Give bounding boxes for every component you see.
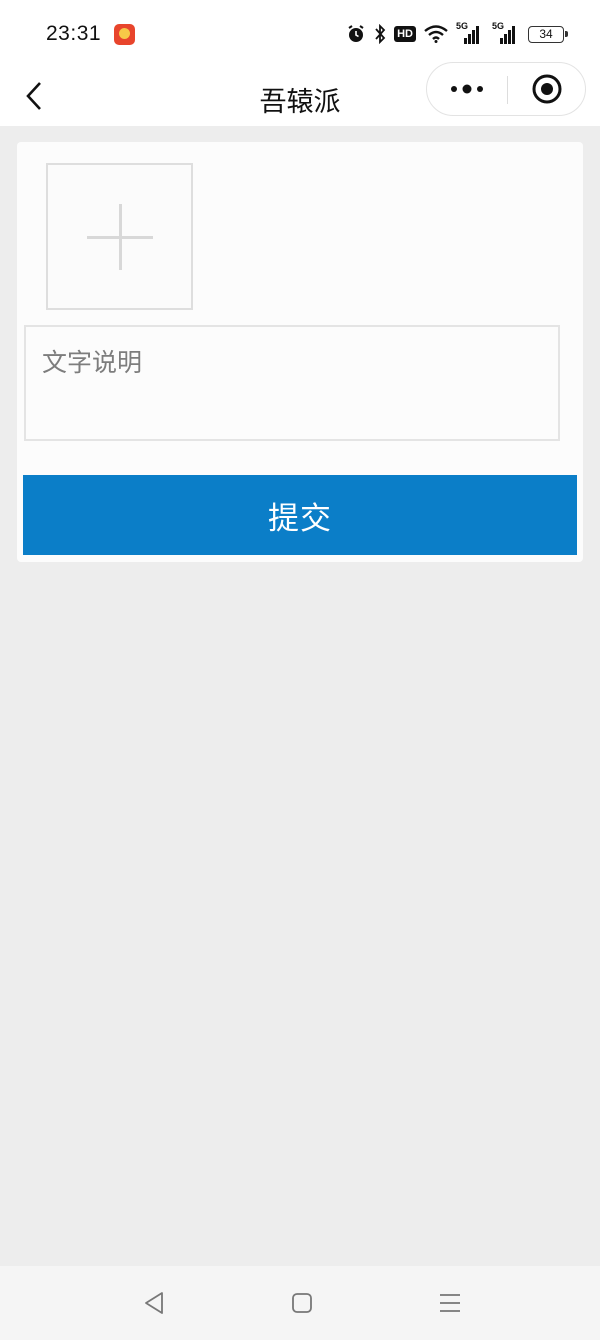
image-upload-button[interactable] [46,163,193,310]
mini-program-capsule [426,62,586,116]
square-home-icon [292,1293,312,1313]
description-input[interactable] [24,325,560,441]
hd-voice-icon: HD [394,26,416,42]
status-icons: HD 5G 5G 34 [346,21,568,46]
nav-bar: 吾辕派 [0,62,600,126]
system-menu-button[interactable] [435,1288,465,1318]
wifi-icon [424,25,448,43]
app-notification-icon [114,24,135,45]
status-time: 23:31 [46,22,102,45]
more-button[interactable] [427,63,507,115]
system-home-button[interactable] [287,1288,317,1318]
signal-5g-icon: 5G [456,21,484,44]
alarm-icon [348,25,364,42]
submit-button[interactable]: 提交 [23,475,577,555]
bluetooth-icon [375,24,386,44]
system-back-button[interactable] [139,1288,169,1318]
system-nav-bar [0,1266,600,1340]
menu-lines-icon [440,1294,460,1312]
upload-form-card: 提交 [17,142,583,562]
close-mini-program-button[interactable] [508,63,586,115]
more-dots-icon [451,84,483,94]
network-type-label-2: 5G [492,21,505,31]
network-type-label: 5G [456,21,469,31]
signal-5g-icon-2: 5G [492,21,520,44]
target-close-icon [532,74,562,104]
battery-icon: 34 [528,25,568,43]
triangle-back-icon [145,1292,163,1314]
status-bar: 23:31 HD 5G 5G 34 [0,0,600,66]
